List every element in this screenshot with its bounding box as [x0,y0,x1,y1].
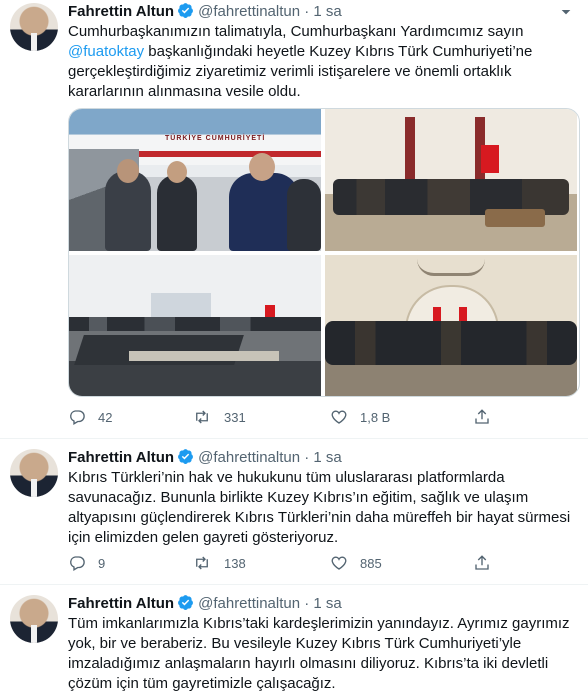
mention-link[interactable]: @fuatoktay [68,43,144,60]
reply-count: 9 [98,555,106,571]
divider [0,438,588,439]
like-button[interactable]: 885 [330,554,382,572]
tweet-text: Tüm imkanlarımızla Kıbrıs’taki kardeşler… [68,615,570,692]
share-button[interactable] [473,408,503,426]
like-count: 1,8 B [360,409,391,425]
retweet-button[interactable]: 331 [192,408,246,426]
photo-reception-hall[interactable] [325,255,577,396]
separator-dot: · [304,3,310,20]
separator-dot: · [304,595,310,612]
author-handle[interactable]: @fahrettinaltun [198,449,300,466]
like-icon [331,410,347,424]
reply-count: 42 [98,409,113,425]
tweet-actions: 9 138 885 [68,554,578,574]
reply-icon [70,410,85,425]
author-name[interactable]: Fahrettin Altun [68,3,174,20]
media-grid[interactable]: TÜRKİYE CUMHURİYETİ [68,108,580,397]
timestamp[interactable]: 1 sa [313,449,341,466]
retweet-count: 331 [224,409,246,425]
timestamp[interactable]: 1 sa [313,3,341,20]
retweet-count: 138 [224,555,246,571]
author-handle[interactable]: @fahrettinaltun [198,3,300,20]
like-count: 885 [360,555,382,571]
avatar[interactable] [10,3,58,51]
author-handle[interactable]: @fahrettinaltun [198,595,300,612]
photo-airplane-arrival[interactable]: TÜRKİYE CUMHURİYETİ [69,109,321,251]
photo-conference-table[interactable] [69,255,321,396]
avatar[interactable] [10,449,58,497]
share-icon [475,409,489,424]
share-button[interactable] [473,554,503,572]
tweet-text-part: Cumhurbaşkanımızın talimatıyla, Cumhurba… [68,23,524,40]
retweet-button[interactable]: 138 [192,554,246,572]
tweet-2[interactable]: Fahrettin Altun @fahrettinaltun · 1 sa Kı… [0,446,588,576]
separator-dot: · [304,449,310,466]
tweet-text: Cumhurbaşkanımızın talimatıyla, Cumhurba… [68,22,574,102]
like-icon [331,556,347,570]
photo-meeting-room[interactable] [325,109,577,251]
author-name[interactable]: Fahrettin Altun [68,595,174,612]
reply-button[interactable]: 9 [68,554,105,572]
retweet-icon [196,410,208,424]
tweet-3[interactable]: Fahrettin Altun @fahrettinaltun · 1 sa Tü… [0,592,588,692]
avatar[interactable] [10,595,58,643]
tweet-actions: 42 331 1,8 B [68,408,578,428]
like-button[interactable]: 1,8 B [330,408,390,426]
more-caret-icon[interactable] [558,4,574,20]
divider [0,584,588,585]
tweet-text: Kıbrıs Türkleri’nin hak ve hukukunu tüm … [68,469,571,546]
timestamp[interactable]: 1 sa [313,595,341,612]
author-name[interactable]: Fahrettin Altun [68,449,174,466]
reply-icon [70,556,85,571]
tweet-1[interactable]: Fahrettin Altun @fahrettinaltun · 1 sa Cu… [0,0,588,430]
airplane-text: TÜRKİYE CUMHURİYETİ [165,135,266,142]
reply-button[interactable]: 42 [68,408,112,426]
retweet-icon [196,556,208,570]
share-icon [475,555,489,570]
